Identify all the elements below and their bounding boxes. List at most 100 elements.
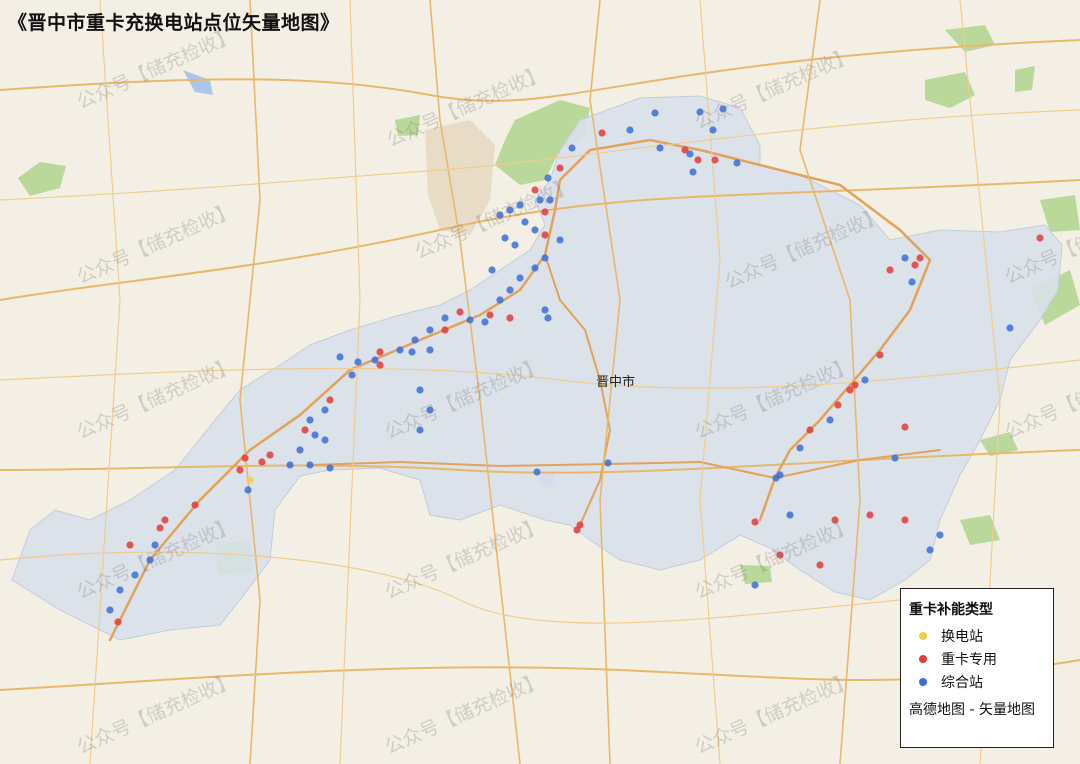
mixed-station-point[interactable] — [546, 196, 554, 204]
truck-station-point[interactable] — [236, 466, 244, 474]
truck-station-point[interactable] — [326, 396, 334, 404]
mixed-station-point[interactable] — [146, 556, 154, 564]
truck-station-point[interactable] — [694, 156, 702, 164]
mixed-station-point[interactable] — [466, 316, 474, 324]
map-canvas[interactable]: 公众号【储充检收】 公众号【储充检收】 公众号【储充检收】 公众号【储充检收】 … — [0, 0, 1080, 764]
mixed-station-point[interactable] — [496, 296, 504, 304]
mixed-station-point[interactable] — [541, 254, 549, 262]
mixed-station-point[interactable] — [426, 406, 434, 414]
mixed-station-point[interactable] — [326, 464, 334, 472]
truck-station-point[interactable] — [776, 551, 784, 559]
mixed-station-point[interactable] — [348, 371, 356, 379]
mixed-station-point[interactable] — [506, 286, 514, 294]
truck-station-point[interactable] — [301, 426, 309, 434]
truck-station-point[interactable] — [441, 326, 449, 334]
truck-station-point[interactable] — [751, 518, 759, 526]
mixed-station-point[interactable] — [908, 278, 916, 286]
mixed-station-point[interactable] — [1006, 324, 1014, 332]
mixed-station-point[interactable] — [556, 236, 564, 244]
truck-station-point[interactable] — [266, 451, 274, 459]
mixed-station-point[interactable] — [151, 541, 159, 549]
mixed-station-point[interactable] — [516, 201, 524, 209]
mixed-station-point[interactable] — [496, 211, 504, 219]
mixed-station-point[interactable] — [426, 346, 434, 354]
truck-station-point[interactable] — [258, 458, 266, 466]
truck-station-point[interactable] — [806, 426, 814, 434]
mixed-station-point[interactable] — [516, 274, 524, 282]
truck-station-point[interactable] — [191, 501, 199, 509]
mixed-station-point[interactable] — [533, 468, 541, 476]
truck-station-point[interactable] — [886, 266, 894, 274]
mixed-station-point[interactable] — [408, 348, 416, 356]
truck-station-point[interactable] — [1036, 234, 1044, 242]
mixed-station-point[interactable] — [441, 314, 449, 322]
mixed-station-point[interactable] — [244, 486, 252, 494]
mixed-station-point[interactable] — [544, 174, 552, 182]
mixed-station-point[interactable] — [354, 358, 362, 366]
truck-station-point[interactable] — [161, 516, 169, 524]
truck-station-point[interactable] — [376, 361, 384, 369]
mixed-station-point[interactable] — [696, 108, 704, 116]
mixed-station-point[interactable] — [541, 306, 549, 314]
mixed-station-point[interactable] — [131, 571, 139, 579]
truck-station-point[interactable] — [156, 524, 164, 532]
truck-station-point[interactable] — [816, 561, 824, 569]
mixed-station-point[interactable] — [106, 606, 114, 614]
mixed-station-point[interactable] — [416, 386, 424, 394]
truck-station-point[interactable] — [711, 156, 719, 164]
mixed-station-point[interactable] — [411, 336, 419, 344]
truck-station-point[interactable] — [126, 541, 134, 549]
mixed-station-point[interactable] — [531, 264, 539, 272]
mixed-station-point[interactable] — [626, 126, 634, 134]
mixed-station-point[interactable] — [296, 446, 304, 454]
truck-station-point[interactable] — [486, 311, 494, 319]
mixed-station-point[interactable] — [501, 234, 509, 242]
truck-station-point[interactable] — [114, 618, 122, 626]
truck-station-point[interactable] — [831, 516, 839, 524]
truck-station-point[interactable] — [573, 526, 581, 534]
mixed-station-point[interactable] — [336, 353, 344, 361]
truck-station-point[interactable] — [911, 261, 919, 269]
mixed-station-point[interactable] — [488, 266, 496, 274]
truck-station-point[interactable] — [901, 516, 909, 524]
truck-station-point[interactable] — [541, 208, 549, 216]
mixed-station-point[interactable] — [286, 461, 294, 469]
mixed-station-point[interactable] — [396, 346, 404, 354]
mixed-station-point[interactable] — [416, 426, 424, 434]
truck-station-point[interactable] — [456, 308, 464, 316]
mixed-station-point[interactable] — [506, 206, 514, 214]
mixed-station-point[interactable] — [306, 461, 314, 469]
swap-station-point[interactable] — [246, 476, 254, 484]
mixed-station-point[interactable] — [733, 159, 741, 167]
truck-station-point[interactable] — [876, 351, 884, 359]
mixed-station-point[interactable] — [709, 126, 717, 134]
mixed-station-point[interactable] — [686, 150, 694, 158]
mixed-station-point[interactable] — [651, 109, 659, 117]
mixed-station-point[interactable] — [796, 444, 804, 452]
truck-station-point[interactable] — [901, 423, 909, 431]
mixed-station-point[interactable] — [481, 318, 489, 326]
mixed-station-point[interactable] — [536, 196, 544, 204]
truck-station-point[interactable] — [916, 254, 924, 262]
mixed-station-point[interactable] — [826, 416, 834, 424]
mixed-station-point[interactable] — [511, 241, 519, 249]
mixed-station-point[interactable] — [751, 581, 759, 589]
mixed-station-point[interactable] — [568, 144, 576, 152]
truck-station-point[interactable] — [541, 231, 549, 239]
mixed-station-point[interactable] — [321, 436, 329, 444]
mixed-station-point[interactable] — [116, 586, 124, 594]
mixed-station-point[interactable] — [936, 531, 944, 539]
mixed-station-point[interactable] — [656, 144, 664, 152]
truck-station-point[interactable] — [834, 401, 842, 409]
truck-station-point[interactable] — [241, 454, 249, 462]
truck-station-point[interactable] — [376, 348, 384, 356]
mixed-station-point[interactable] — [719, 105, 727, 113]
truck-station-point[interactable] — [556, 164, 564, 172]
mixed-station-point[interactable] — [772, 474, 780, 482]
mixed-station-point[interactable] — [531, 226, 539, 234]
mixed-station-point[interactable] — [891, 454, 899, 462]
truck-station-point[interactable] — [598, 129, 606, 137]
mixed-station-point[interactable] — [604, 459, 612, 467]
mixed-station-point[interactable] — [901, 254, 909, 262]
truck-station-point[interactable] — [846, 386, 854, 394]
